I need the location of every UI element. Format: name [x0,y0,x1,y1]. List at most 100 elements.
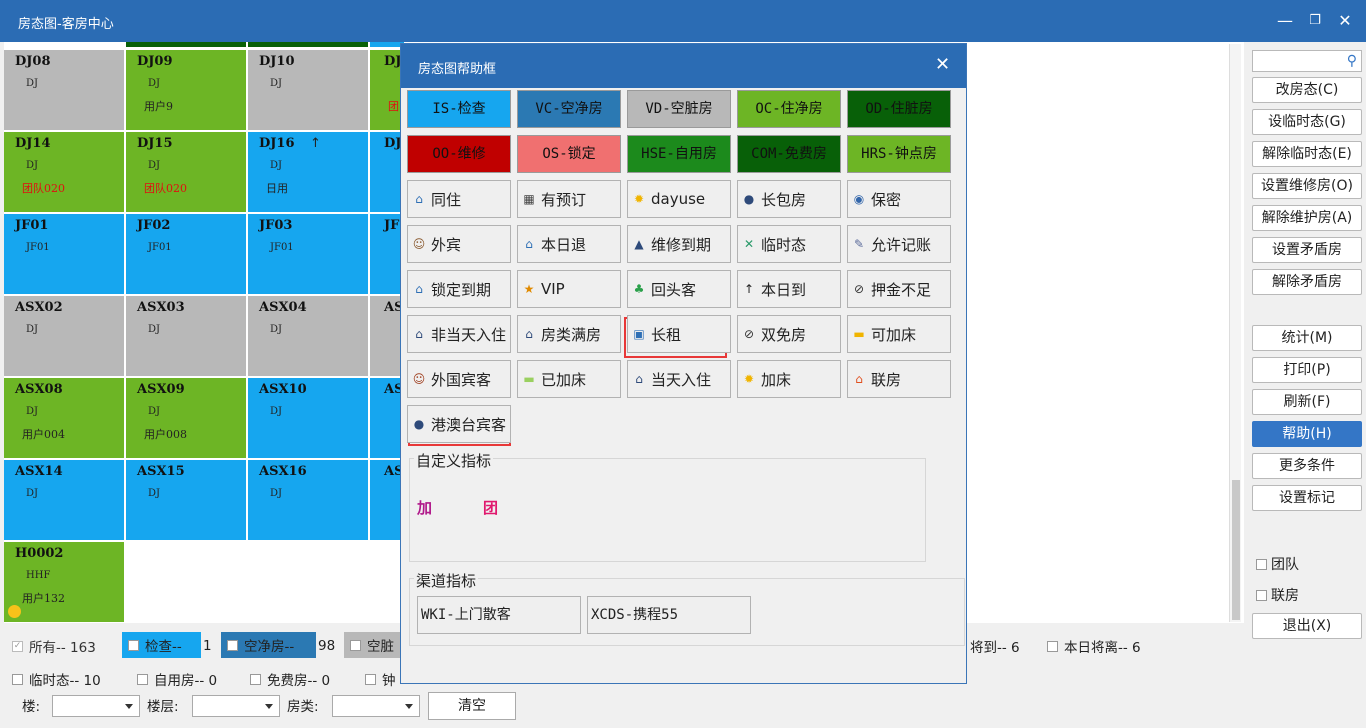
room-note: 团队020 [144,182,187,195]
indicator-legend-2: ✹ dayuse [627,180,731,218]
right-button-4[interactable]: 解除维护房(A) [1252,205,1362,231]
room-cell[interactable]: DJ10 DJ [248,50,368,130]
lock-icon: ◉ [853,192,865,206]
room-cell-partial[interactable]: AS [370,460,400,540]
scrollbar-thumb[interactable] [1232,480,1240,620]
floor-label: 楼层: [147,699,179,715]
room-cell[interactable]: ASX14 DJ [4,460,124,540]
team-checkbox[interactable]: 团队 [1256,554,1299,574]
state-legend-3: OC-住净房 [737,90,841,128]
indicator-legend-14: ⊘ 押金不足 [847,270,951,308]
close-icon[interactable]: ✕ [1334,10,1356,32]
room-number: ASX08 [15,382,63,397]
arriving-count: 将到-- 6 [970,640,1020,656]
room-type: JF01 [270,242,294,253]
free-room-filter[interactable]: 免费房-- 0 [250,667,330,691]
room-cell[interactable]: DJ15 DJ 团队020 [126,132,246,212]
indicator-legend-11: ★ VIP [517,270,621,308]
room-cell-partial[interactable]: AS [370,296,400,376]
room-cell-partial[interactable]: JF [370,214,400,294]
long-rent-icon: ▣ [633,327,645,341]
room-cell[interactable]: ASX16 DJ [248,460,368,540]
indicator-legend-12: ♣ 回头客 [627,270,731,308]
room-note: 团队020 [22,182,65,195]
room-number: ASX03 [137,300,185,315]
room-number: JF [384,218,400,233]
right-button-2[interactable]: 解除临时态(E) [1252,141,1362,167]
room-number: ASX09 [137,382,185,397]
indicator-legend-6: ⌂ 本日退 [517,225,621,263]
room-cell[interactable]: JF03 JF01 [248,214,368,294]
room-cell[interactable]: JF01 JF01 [4,214,124,294]
restore-icon[interactable]: ❐ [1304,10,1326,32]
room-cell[interactable]: ASX02 DJ [4,296,124,376]
dialog-close-icon[interactable]: ✕ [935,54,950,75]
right-button-1[interactable]: 设临时态(G) [1252,109,1362,135]
room-number: JF01 [15,218,49,233]
right-tool-button-2[interactable]: 刷新(F) [1252,389,1362,415]
room-number: JF02 [137,218,171,233]
leaving-filter[interactable]: 本日将离-- 6 [1047,634,1141,658]
room-cell[interactable]: ASX09 DJ 用户008 [126,378,246,458]
room-type: DJ [26,78,39,89]
linked-room-checkbox[interactable]: 联房 [1256,585,1299,605]
building-select[interactable] [52,695,140,717]
right-tool-button-1[interactable]: 打印(P) [1252,357,1362,383]
floor-select[interactable] [192,695,280,717]
right-tool-button-3[interactable]: 帮助(H) [1252,421,1362,447]
state-legend-1: VC-空净房 [517,90,621,128]
indicator-legend-3: ● 长包房 [737,180,841,218]
room-cell[interactable]: H0002 HHF 用户132 [4,542,124,622]
right-button-5[interactable]: 设置矛盾房 [1252,237,1362,263]
all-filter[interactable]: ✓ 所有-- 163 [12,634,96,658]
room-type: DJ [270,324,283,335]
right-tool-button-0[interactable]: 统计(M) [1252,325,1362,351]
channel-xcds[interactable]: XCDS-携程55 [587,596,751,634]
custom-team-marker: 团 [483,499,499,517]
right-tool-button-5[interactable]: 设置标记 [1252,485,1362,511]
room-cell[interactable]: JF02 JF01 [126,214,246,294]
room-cell[interactable]: ASX10 DJ [248,378,368,458]
vd-filter[interactable]: 空脏 [344,632,400,658]
window-titlebar: 房态图-客房中心 — ❐ ✕ [0,0,1366,42]
roomtype-select[interactable] [332,695,420,717]
clear-button[interactable]: 清空 [428,692,516,720]
minimize-icon[interactable]: — [1274,10,1296,32]
room-cell[interactable]: ASX04 DJ [248,296,368,376]
room-cell-partial[interactable]: DJ [370,132,400,212]
room-note: 团 [388,100,399,113]
indicator-legend-16: ⌂ 房类满房 [517,315,621,353]
search-icon: ⚲ [1346,53,1357,69]
check-filter[interactable]: 检查-- [122,632,201,658]
room-cell-partial[interactable]: DJ 团 [370,50,400,130]
indicator-legend-19: ▬ 可加床 [847,315,951,353]
today-checkin-icon: ⌂ [635,372,643,386]
right-button-3[interactable]: 设置维修房(O) [1252,173,1362,199]
room-number: DJ14 [15,136,51,151]
exit-button[interactable]: 退出(X) [1252,613,1362,639]
room-cell[interactable]: DJ14 DJ 团队020 [4,132,124,212]
room-cell[interactable]: DJ16 DJ 日用 [248,132,368,212]
room-number: ASX10 [259,382,307,397]
search-input[interactable]: ⚲ [1252,50,1362,72]
right-button-0[interactable]: 改房态(C) [1252,77,1362,103]
room-number: DJ16 [259,136,295,151]
self-use-filter[interactable]: 自用房-- 0 [137,667,217,691]
temp-filter[interactable]: 临时态-- 10 [12,667,101,691]
channel-wki[interactable]: WKI-上门散客 [417,596,581,634]
room-cell[interactable]: ASX15 DJ [126,460,246,540]
room-number: JF03 [259,218,293,233]
room-note: 用户008 [144,428,187,441]
help-dialog: 房态图帮助框 ✕ 自定义指标 加 团 渠道指标 WKI-上门散客 XCDS-携程… [400,43,967,684]
vc-filter[interactable]: 空净房-- [221,632,316,658]
right-button-6[interactable]: 解除矛盾房 [1252,269,1362,295]
right-tool-button-4[interactable]: 更多条件 [1252,453,1362,479]
room-cell[interactable]: ASX08 DJ 用户004 [4,378,124,458]
room-cell-partial[interactable]: AS [370,378,400,458]
room-note: 用户004 [22,428,65,441]
room-cell[interactable]: DJ09 DJ 用户9 [126,50,246,130]
hour-room-filter[interactable]: 钟 [365,667,396,691]
grid-scrollbar[interactable] [1229,44,1241,622]
room-cell[interactable]: ASX03 DJ [126,296,246,376]
room-cell[interactable]: DJ08 DJ [4,50,124,130]
